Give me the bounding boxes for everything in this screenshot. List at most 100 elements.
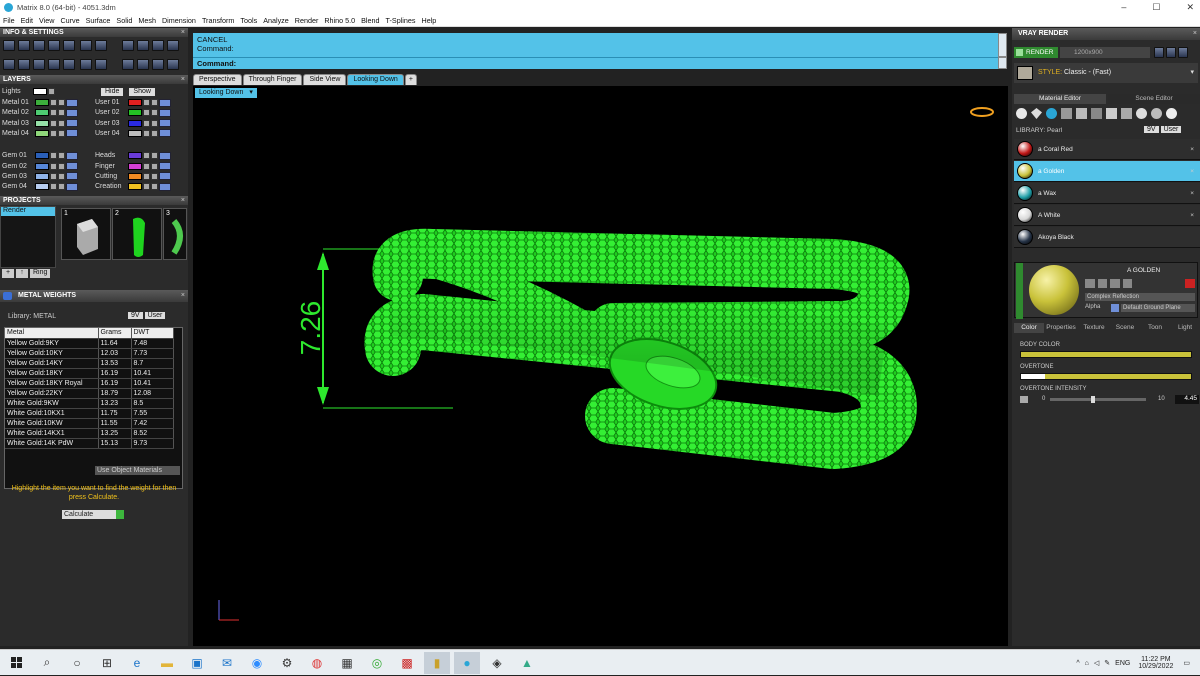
- layer-color-swatch[interactable]: [128, 109, 142, 117]
- tab-properties[interactable]: Properties: [1044, 323, 1078, 333]
- command-input[interactable]: Command:: [193, 57, 998, 69]
- layer-lock-toggle[interactable]: [50, 183, 57, 191]
- chevron-up-icon[interactable]: ^: [1076, 660, 1079, 667]
- menu-solid[interactable]: Solid: [113, 16, 135, 25]
- menu-tsplines[interactable]: T-Splines: [383, 16, 419, 25]
- task-view-icon[interactable]: ⊞: [94, 652, 120, 674]
- pencil-icon[interactable]: [80, 40, 92, 51]
- layers-icon[interactable]: [3, 59, 15, 70]
- bulb-icon[interactable]: [1166, 108, 1177, 119]
- palette-icon[interactable]: [95, 40, 107, 51]
- remove-material-icon[interactable]: ×: [1190, 168, 1194, 175]
- command-scrollbar[interactable]: [998, 33, 1007, 57]
- remove-material-icon[interactable]: ×: [1190, 146, 1194, 153]
- library-9v-button[interactable]: 9V: [128, 312, 143, 319]
- edge-icon[interactable]: e: [124, 652, 150, 674]
- sparkle-icon[interactable]: [137, 59, 149, 70]
- layer-visibility-toggle[interactable]: [58, 172, 65, 180]
- cube-icon[interactable]: [63, 40, 75, 51]
- layer-row[interactable]: User 03: [95, 119, 171, 128]
- layer-visibility-toggle[interactable]: [58, 162, 65, 170]
- material-item[interactable]: a Golden ×: [1014, 161, 1200, 182]
- tab-looking-down[interactable]: Looking Down: [347, 74, 404, 85]
- tree-icon[interactable]: [80, 59, 92, 70]
- cube-icon[interactable]: [1061, 108, 1072, 119]
- layer-lock-toggle[interactable]: [50, 119, 57, 127]
- layer-color-swatch[interactable]: [128, 99, 142, 106]
- tab-color[interactable]: Color: [1014, 323, 1044, 333]
- lights-swatch[interactable]: [33, 88, 47, 95]
- layer-color-swatch[interactable]: [128, 183, 142, 191]
- layer-color-swatch[interactable]: [128, 172, 142, 180]
- layer-visibility-toggle[interactable]: [151, 99, 158, 106]
- layer-select-toggle[interactable]: [66, 162, 78, 170]
- store-icon[interactable]: ▣: [184, 652, 210, 674]
- layer-row[interactable]: Metal 02: [2, 108, 78, 117]
- layer-visibility-toggle[interactable]: [58, 152, 65, 160]
- lights-toggle[interactable]: [48, 88, 55, 95]
- tab-texture[interactable]: Texture: [1078, 323, 1110, 333]
- layer-select-toggle[interactable]: [66, 108, 78, 117]
- resolution-field[interactable]: 1200x900: [1060, 47, 1150, 58]
- weight-icon[interactable]: [167, 59, 179, 70]
- vray-taskbar-icon[interactable]: ●: [454, 651, 480, 674]
- clock[interactable]: 11:22 PM 10/29/2022: [1138, 656, 1173, 670]
- layer-row[interactable]: Cutting: [95, 172, 171, 181]
- tab-through-finger[interactable]: Through Finger: [242, 74, 303, 85]
- menu-analyze[interactable]: Analyze: [260, 16, 292, 25]
- close-icon[interactable]: ×: [181, 196, 185, 205]
- layer-color-swatch[interactable]: [35, 152, 49, 160]
- layers-icon[interactable]: [1151, 108, 1162, 119]
- layer-row[interactable]: Metal 01: [2, 98, 78, 107]
- table-row[interactable]: Yellow Gold:22KY 18.79 12.08: [5, 388, 174, 399]
- intensity-track[interactable]: [1050, 398, 1146, 401]
- viewport-label[interactable]: Looking Down ▾: [195, 88, 257, 98]
- layer-lock-toggle[interactable]: [50, 152, 57, 160]
- menu-render[interactable]: Render: [292, 16, 322, 25]
- layer-visibility-toggle[interactable]: [151, 119, 158, 127]
- complex-reflection-select[interactable]: Complex Reflection: [1085, 293, 1195, 301]
- alpha-input[interactable]: [1111, 304, 1119, 312]
- layer-select-toggle[interactable]: [159, 151, 171, 160]
- intensity-thumb[interactable]: [1090, 396, 1095, 403]
- layer-select-toggle[interactable]: [66, 151, 78, 160]
- tab-toon[interactable]: Toon: [1140, 323, 1170, 333]
- layer-select-toggle[interactable]: [66, 182, 78, 191]
- cortana-icon[interactable]: ○: [64, 652, 90, 674]
- app-icon-3[interactable]: ▩: [394, 652, 420, 674]
- save-icon[interactable]: [1178, 47, 1188, 58]
- body-color-slider[interactable]: [1020, 351, 1192, 358]
- layer-visibility-toggle[interactable]: [151, 152, 158, 160]
- tool-icon[interactable]: [1122, 279, 1133, 288]
- project-thumbnail-1[interactable]: 1: [61, 208, 111, 260]
- menu-help[interactable]: Help: [419, 16, 440, 25]
- layer-lock-toggle[interactable]: [143, 99, 150, 106]
- layer-visibility-toggle[interactable]: [151, 172, 158, 180]
- layer-visibility-toggle[interactable]: [58, 109, 65, 117]
- app-icon-2[interactable]: ◎: [364, 652, 390, 674]
- render-icon[interactable]: [122, 59, 134, 70]
- layer-color-swatch[interactable]: [128, 119, 142, 127]
- layer-visibility-toggle[interactable]: [58, 129, 65, 137]
- layer-lock-toggle[interactable]: [50, 172, 57, 180]
- tab-side-view[interactable]: Side View: [303, 74, 347, 85]
- network-icon[interactable]: ⌂: [1085, 660, 1089, 667]
- layer-color-swatch[interactable]: [128, 129, 142, 137]
- measure-icon[interactable]: [167, 40, 179, 51]
- app-icon-5[interactable]: ▲: [514, 652, 540, 674]
- ring-button[interactable]: Ring: [30, 269, 51, 278]
- layer-select-toggle[interactable]: [159, 119, 171, 128]
- layer-color-swatch[interactable]: [35, 99, 49, 106]
- car-icon[interactable]: [33, 40, 45, 51]
- delete-icon[interactable]: [1185, 279, 1195, 288]
- use-object-materials-select[interactable]: Use Object Materials: [95, 466, 180, 475]
- tune-icon[interactable]: [95, 59, 107, 70]
- tool-icon[interactable]: [1085, 279, 1095, 288]
- up-button[interactable]: ↑: [16, 269, 28, 278]
- layer-color-swatch[interactable]: [35, 183, 49, 191]
- layer-select-toggle[interactable]: [159, 162, 171, 170]
- menu-file[interactable]: File: [0, 16, 18, 25]
- layer-color-swatch[interactable]: [128, 152, 142, 160]
- tab-scene-editor[interactable]: Scene Editor: [1108, 94, 1200, 104]
- select-icon[interactable]: [18, 40, 30, 51]
